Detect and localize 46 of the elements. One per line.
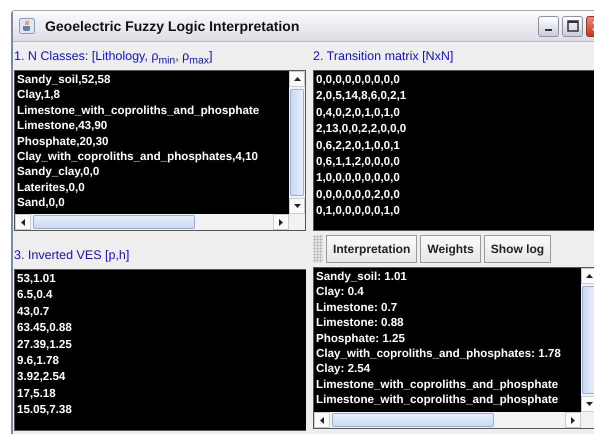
- text-line: Sandy_clay,0,0: [17, 164, 100, 180]
- text-line: 0,6,1,1,2,0,0,0,0: [316, 154, 401, 170]
- text-line: 0,6,2,2,0,1,0,0,1: [316, 138, 401, 154]
- text-line: 3.92,2.54: [17, 369, 66, 386]
- text-line: Phosphate,20,30: [17, 134, 110, 150]
- text-line: 6.5,0.4: [17, 287, 54, 304]
- text-area[interactable]: Sandy_soil,52,58 Clay,1,8 Limestone_with_coproliths_and_phosphate Limestone,43,90 Phosphate,20,30 Clay_with_coproliths_and_phosphates,4,10 Sandy_clay,0,0 Laterites,0,0 Sand,0,0: [15, 71, 289, 214]
- section-heading: 3. Inverted VES [p,h]: [14, 247, 130, 264]
- text-line: Clay,1,8: [17, 87, 61, 103]
- text-line: 1,0,0,0,0,0,0,0,0: [316, 170, 401, 186]
- text-line: Sandy_soil: 1.01: [316, 269, 408, 284]
- text-line: 15.05,7.38: [17, 402, 73, 418]
- text-line: Limestone: 0.7: [316, 300, 398, 316]
- text-line: Clay: 0.4: [316, 284, 365, 300]
- text-line: Limestone,43,90: [17, 118, 108, 134]
- text-line: 27.39,1.25: [17, 336, 73, 353]
- text-line: 0,0,0,0,0,0,0,0,0: [316, 72, 401, 88]
- window-title: Geoelectric Fuzzy Logic Interpretation: [45, 18, 300, 34]
- text-line: 63.45,0.88: [17, 320, 73, 336]
- text-line: Limestone_with_coproliths_and_phosphate: [17, 102, 260, 118]
- section-heading: 1. N Classes: [Lithology, ρ$_{min}$, ρ$_{max}$]: [14, 48, 214, 68]
- toolbar-button[interactable]: Weights: [420, 234, 481, 262]
- text-line: 0,1,0,0,0,0,0,1,0: [316, 203, 401, 220]
- text-line: 17,5.18: [17, 386, 57, 402]
- text-line: Clay_with_coproliths_and_phosphates,4,10: [17, 149, 259, 164]
- text-line: Phosphate: 1.25: [316, 330, 406, 346]
- toolbar-button[interactable]: Show log: [484, 234, 552, 262]
- text-line: Clay: 2.54: [316, 361, 372, 377]
- text-line: Laterites,0,0: [17, 180, 86, 196]
- section-heading: 2. Transition matrix [NxN]: [313, 48, 454, 65]
- text-line: 0,4,0,2,0,1,0,1,0: [316, 104, 401, 121]
- text-line: Sand,0,0: [17, 195, 66, 211]
- text-line: 43,0.7: [17, 304, 50, 320]
- text-line: Limestone_with_coproliths_and_phosphate: [316, 376, 560, 392]
- text-line: 0,0,0,0,0,0,2,0,0: [316, 186, 401, 203]
- text-line: 53,1.01: [17, 271, 57, 287]
- text-line: Clay_with_coproliths_and_phosphates: 1.78: [316, 346, 562, 362]
- text-line: Limestone_with_coproliths_and_phosphate: [316, 392, 560, 408]
- text-line: 9.6,1.78: [17, 353, 60, 370]
- toolbar-button[interactable]: Interpretation: [326, 234, 418, 262]
- text-line: 2,13,0,0,2,2,0,0,0: [316, 121, 408, 138]
- text-area[interactable]: 53,1.01 6.5,0.4 43,0.7 63.45,0.88 27.39,1.25 9.6,1.78 3.92,2.54 17,5.18 15.05,7.38: [14, 269, 306, 431]
- text-line: Sandy_soil,52,58: [17, 72, 112, 88]
- text-area[interactable]: 0,0,0,0,0,0,0,0,0 2,0,5,14,8,6,0,2,1 0,4,0,2,0,1,0,1,0 2,13,0,0,2,2,0,0,0 0,6,2,2,0,1,0,0,1 0,6,1,1,2,0,0,0,0 1,0,0,0,0,0,0,0,0 0,0,0,0,0,0,2,0,0 0,1,0,0,0,0,0,1,0: [313, 70, 594, 231]
- text-line: 2,0,5,14,8,6,0,2,1: [316, 88, 408, 104]
- text-line: Limestone: 0.88: [316, 315, 405, 331]
